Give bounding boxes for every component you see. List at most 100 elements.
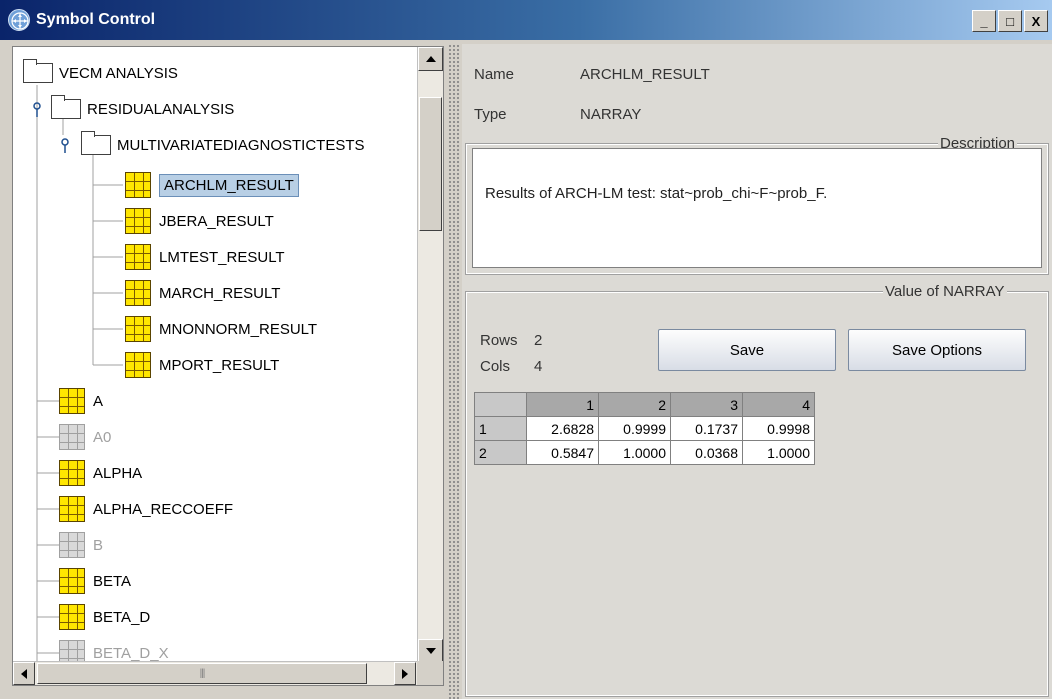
tree-node-label: RESIDUALANALYSIS [87, 100, 235, 118]
row-header[interactable]: 1 [474, 416, 527, 441]
close-button[interactable]: X [1024, 10, 1048, 32]
description-text: Results of ARCH-LM test: stat~prob_chi~F… [485, 185, 828, 202]
description-box: Results of ARCH-LM test: stat~prob_chi~F… [472, 148, 1042, 268]
type-label: Type [474, 106, 507, 123]
table-header-row: 1 2 3 4 [474, 392, 815, 417]
tree-node-a[interactable]: A [59, 383, 103, 419]
symbol-tree-panel: VECM ANALYSIS RESIDUALANALYSIS MULTIVARI… [12, 46, 444, 686]
table-cell[interactable]: 0.9999 [598, 416, 671, 441]
tree-node-label: ALPHA_RECCOEFF [93, 500, 234, 518]
horizontal-scroll-thumb[interactable]: ||| [37, 663, 367, 684]
scroll-down-button[interactable] [418, 639, 443, 663]
narray-icon [59, 496, 85, 522]
arrow-down-icon [425, 648, 436, 654]
tree-node-label: B [93, 536, 104, 554]
save-options-button[interactable]: Save Options [848, 329, 1026, 371]
tree-node-beta-d[interactable]: BETA_D [59, 599, 150, 635]
tree-node-label: A [93, 392, 104, 410]
tree-node-label: MARCH_RESULT [159, 284, 281, 302]
name-value: ARCHLM_RESULT [580, 66, 710, 83]
cols-value: 4 [534, 358, 543, 375]
tree-node-jbera-result[interactable]: JBERA_RESULT [125, 203, 274, 239]
tree-node-label: ARCHLM_RESULT [159, 173, 299, 197]
tree-node-label: MNONNORM_RESULT [159, 320, 318, 338]
tree-node-label: MPORT_RESULT [159, 356, 280, 374]
folder-icon [51, 95, 81, 119]
title-bar[interactable]: Symbol Control _ □ X [0, 0, 1052, 40]
table-cell[interactable]: 0.9998 [742, 416, 815, 441]
scroll-thumb[interactable] [419, 97, 442, 231]
maximize-button[interactable]: □ [998, 10, 1022, 32]
rows-value: 2 [534, 332, 543, 349]
scroll-left-button[interactable] [13, 662, 35, 685]
tree-node-lmtest-result[interactable]: LMTEST_RESULT [125, 239, 285, 275]
tree-node-alpha-reccoeff[interactable]: ALPHA_RECCOEFF [59, 491, 233, 527]
tree-node-label: A0 [93, 428, 112, 446]
expander-multivariate-icon [61, 138, 69, 153]
table-cell[interactable]: 2.6828 [526, 416, 599, 441]
window-title: Symbol Control [36, 11, 156, 28]
scroll-right-button[interactable] [394, 662, 416, 685]
tree-node-b[interactable]: B [59, 527, 103, 563]
pane-splitter[interactable] [448, 44, 460, 699]
narray-table[interactable]: 1 2 3 4 1 2.6828 0.9999 0.1737 0.9998 2 … [474, 392, 815, 465]
narray-disabled-icon [59, 424, 85, 450]
narray-icon [125, 172, 151, 198]
narray-icon [125, 316, 151, 342]
column-header[interactable]: 3 [670, 392, 743, 417]
tree-node-label: VECM ANALYSIS [59, 64, 178, 82]
column-header[interactable]: 2 [598, 392, 671, 417]
tree-node-root[interactable]: VECM ANALYSIS [23, 55, 178, 91]
narray-icon [59, 568, 85, 594]
tree-node-march-result[interactable]: MARCH_RESULT [125, 275, 280, 311]
table-cell[interactable]: 1.0000 [598, 440, 671, 465]
narray-disabled-icon [59, 640, 85, 663]
narray-icon [59, 604, 85, 630]
symbol-tree[interactable]: VECM ANALYSIS RESIDUALANALYSIS MULTIVARI… [13, 47, 418, 663]
folder-icon [81, 131, 111, 155]
tree-node-archlm-result[interactable]: ARCHLM_RESULT [125, 167, 299, 203]
tree-node-label: BETA_D [93, 608, 151, 626]
tree-node-beta[interactable]: BETA [59, 563, 131, 599]
tree-node-label: BETA [93, 572, 132, 590]
narray-icon [125, 280, 151, 306]
narray-icon [59, 460, 85, 486]
tree-node-a0[interactable]: A0 [59, 419, 111, 455]
arrow-left-icon [21, 668, 27, 679]
tree-node-alpha[interactable]: ALPHA [59, 455, 142, 491]
column-header[interactable]: 4 [742, 392, 815, 417]
scroll-up-button[interactable] [418, 47, 443, 71]
table-row: 2 0.5847 1.0000 0.0368 1.0000 [474, 440, 815, 465]
tree-node-multivariatediagnostictests[interactable]: MULTIVARIATEDIAGNOSTICTESTS [81, 127, 365, 163]
narray-icon [59, 388, 85, 414]
tree-node-label: JBERA_RESULT [159, 212, 274, 230]
tree-node-label: MULTIVARIATEDIAGNOSTICTESTS [117, 136, 365, 154]
narray-disabled-icon [59, 532, 85, 558]
cols-label: Cols [480, 358, 511, 375]
arrow-up-icon [425, 56, 436, 62]
arrow-right-icon [402, 668, 408, 679]
value-title: Value of NARRAY [883, 283, 1007, 300]
table-row: 1 2.6828 0.9999 0.1737 0.9998 [474, 416, 815, 441]
tree-node-mport-result[interactable]: MPORT_RESULT [125, 347, 279, 383]
narray-icon [125, 352, 151, 378]
tree-node-beta-d-x[interactable]: BETA_D_X [59, 635, 169, 663]
tree-node-mnonnorm-result[interactable]: MNONNORM_RESULT [125, 311, 317, 347]
tree-node-residualanalysis[interactable]: RESIDUALANALYSIS [51, 91, 234, 127]
row-header[interactable]: 2 [474, 440, 527, 465]
save-button[interactable]: Save [658, 329, 836, 371]
symbol-details-panel: Name ARCHLM_RESULT Type NARRAY Descripti… [462, 44, 1052, 699]
tree-node-label: ALPHA [93, 464, 143, 482]
table-cell[interactable]: 0.0368 [670, 440, 743, 465]
rows-label: Rows [480, 332, 518, 349]
scroll-corner [417, 661, 443, 685]
table-cell[interactable]: 0.5847 [526, 440, 599, 465]
tree-node-label: BETA_D_X [93, 644, 169, 662]
table-corner-cell [474, 392, 527, 417]
column-header[interactable]: 1 [526, 392, 599, 417]
minimize-button[interactable]: _ [972, 10, 996, 32]
table-cell[interactable]: 1.0000 [742, 440, 815, 465]
table-cell[interactable]: 0.1737 [670, 416, 743, 441]
tree-vertical-scrollbar[interactable] [417, 47, 443, 663]
tree-horizontal-scrollbar[interactable]: ||| [13, 661, 418, 685]
